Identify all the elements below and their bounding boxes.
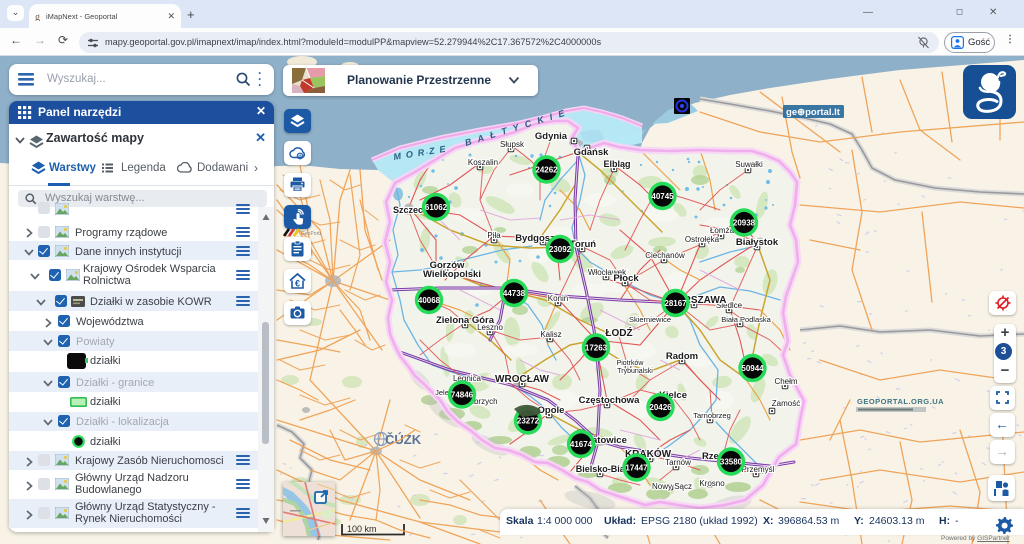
svg-text:Skierniewice: Skierniewice xyxy=(629,315,671,324)
svg-text:20938: 20938 xyxy=(733,219,756,228)
svg-text:40745: 40745 xyxy=(651,192,674,201)
svg-text:Ciechanów: Ciechanów xyxy=(645,251,685,260)
svg-text:23092: 23092 xyxy=(549,245,572,254)
svg-text:Piła: Piła xyxy=(487,231,501,240)
svg-text:41674: 41674 xyxy=(570,440,593,449)
svg-text:74846: 74846 xyxy=(451,391,474,400)
svg-text:28167: 28167 xyxy=(664,299,687,308)
svg-text:WROCŁAW: WROCŁAW xyxy=(495,374,549,385)
svg-text:Gdynia: Gdynia xyxy=(535,131,568,142)
svg-text:Trybunalski: Trybunalski xyxy=(617,368,653,375)
svg-text:Białystok: Białystok xyxy=(736,237,779,248)
svg-text:Leszno: Leszno xyxy=(477,323,503,332)
svg-text:Gdańsk: Gdańsk xyxy=(574,147,610,158)
svg-text:17263: 17263 xyxy=(585,344,608,353)
svg-text:Częstochowa: Częstochowa xyxy=(579,395,640,406)
svg-text:Tarnów: Tarnów xyxy=(665,458,691,467)
svg-text:Zamość: Zamość xyxy=(772,399,800,408)
svg-text:Słupsk: Słupsk xyxy=(500,140,525,149)
svg-text:g: g xyxy=(35,12,40,21)
svg-text:Nowy Sącz: Nowy Sącz xyxy=(652,482,692,491)
svg-text:Elbląg: Elbląg xyxy=(603,159,630,169)
svg-text:50944: 50944 xyxy=(741,364,764,373)
svg-text:Tarnobrzeg: Tarnobrzeg xyxy=(693,411,731,420)
svg-text:GeoPortal.lt: GeoPortal.lt xyxy=(301,231,321,237)
svg-text:44738: 44738 xyxy=(503,289,526,298)
svg-text:Ostrołęka: Ostrołęka xyxy=(685,235,720,244)
svg-text:23272: 23272 xyxy=(517,417,540,426)
svg-text:Piotrków: Piotrków xyxy=(617,360,645,367)
svg-text:24262: 24262 xyxy=(535,166,558,175)
svg-text:61062: 61062 xyxy=(425,203,448,212)
svg-text:Radom: Radom xyxy=(666,351,698,362)
svg-text:Kalisz: Kalisz xyxy=(540,330,561,339)
svg-text:Suwałki: Suwałki xyxy=(735,160,763,169)
svg-text:Płock: Płock xyxy=(613,273,639,284)
svg-text:ŁODŹ: ŁODŹ xyxy=(605,326,632,339)
svg-text:33580: 33580 xyxy=(720,458,743,467)
svg-text:GEOPORTAL.ORG.UA: GEOPORTAL.ORG.UA xyxy=(857,397,944,406)
svg-text:Chełm: Chełm xyxy=(774,377,797,386)
svg-text:100 km: 100 km xyxy=(347,524,377,534)
svg-text:17447: 17447 xyxy=(625,464,648,473)
svg-text:@: @ xyxy=(298,154,303,159)
svg-text:40068: 40068 xyxy=(418,296,441,305)
svg-text:Biała Podlaska: Biała Podlaska xyxy=(721,315,771,324)
svg-text:Koszalin: Koszalin xyxy=(468,158,498,167)
svg-text:Krosno: Krosno xyxy=(699,479,725,488)
svg-text:Konin: Konin xyxy=(548,294,568,303)
svg-text:Przemyśl: Przemyśl xyxy=(742,465,775,474)
svg-text:ge⊕portal.lt: ge⊕portal.lt xyxy=(786,107,841,118)
svg-text:Wielkopolski: Wielkopolski xyxy=(423,269,481,280)
svg-text:€: € xyxy=(295,279,300,289)
svg-text:20426: 20426 xyxy=(649,403,672,412)
svg-text:Opole: Opole xyxy=(538,405,565,416)
